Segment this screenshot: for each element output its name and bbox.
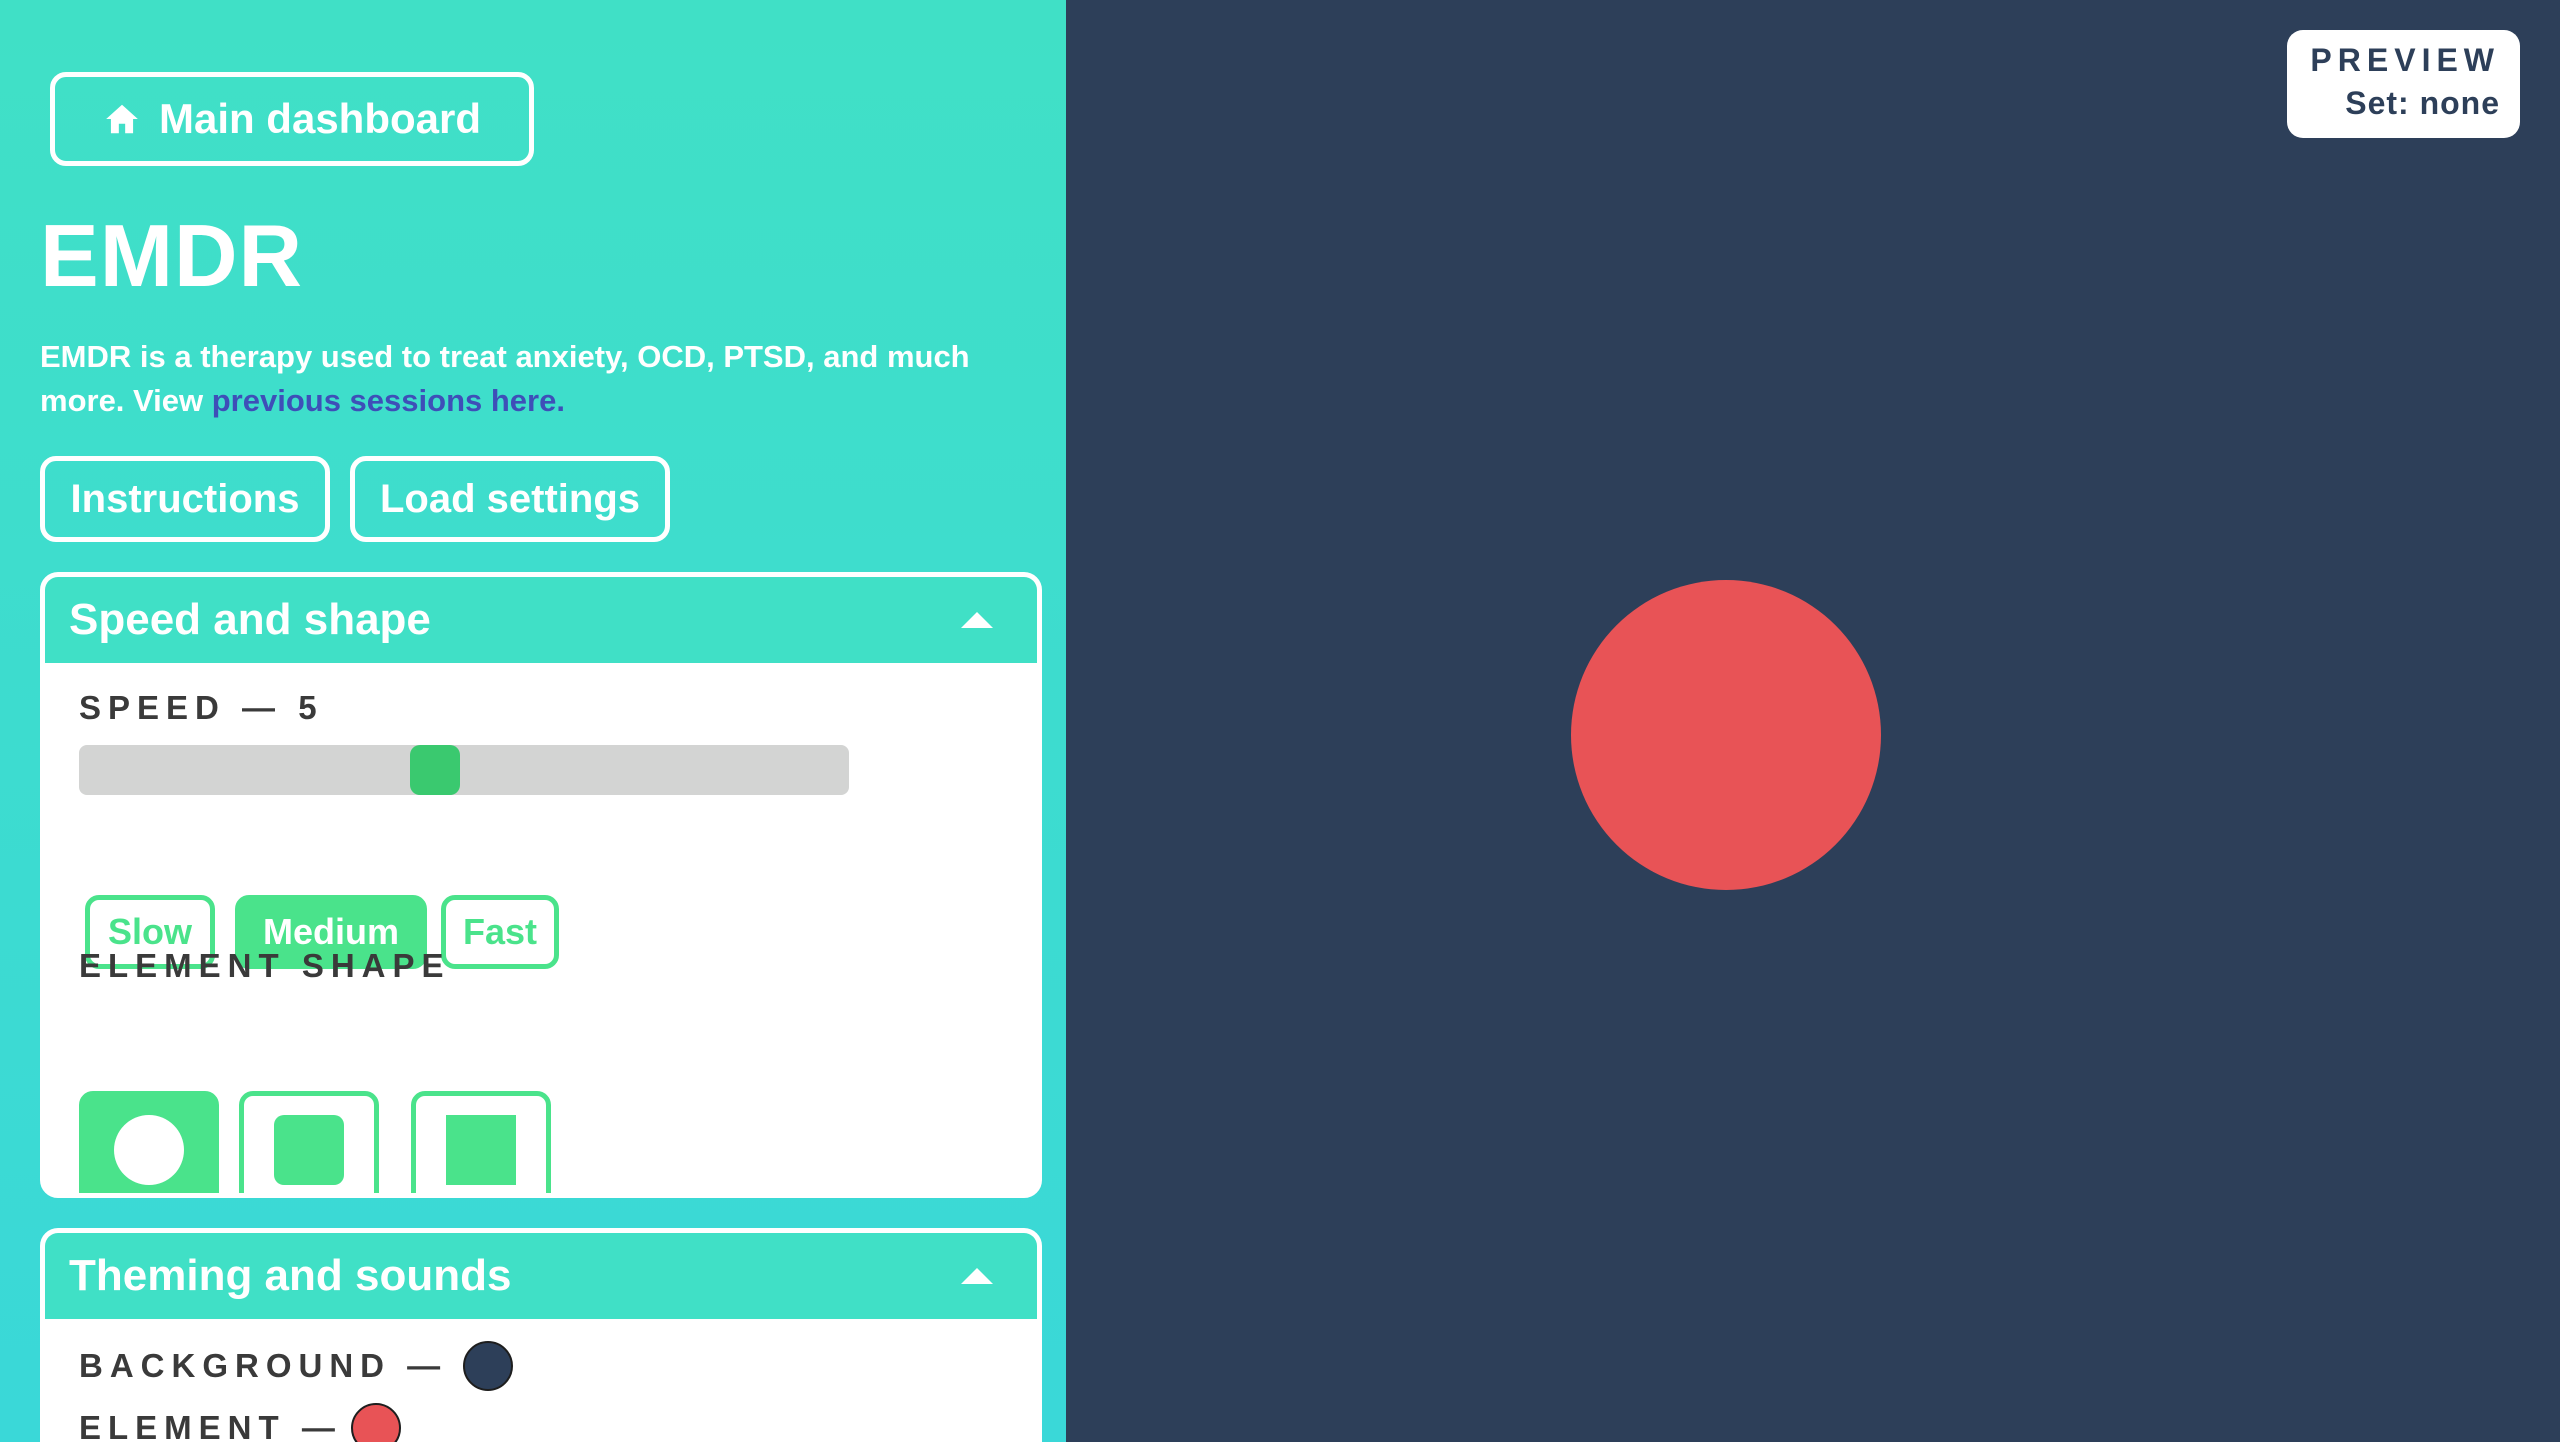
shape-square-button[interactable] [411, 1091, 551, 1193]
main-dashboard-label: Main dashboard [158, 95, 482, 142]
element-color-label: ELEMENT — [79, 1409, 342, 1442]
speed-and-shape-title: Speed and shape [69, 595, 431, 644]
chevron-up-icon [961, 612, 993, 628]
speed-slider[interactable] [79, 745, 849, 795]
page-title: EMDR [40, 206, 304, 305]
shape-rounded-square-button[interactable] [239, 1091, 379, 1193]
background-color-label: BACKGROUND — [79, 1347, 448, 1384]
main-dashboard-button[interactable]: Main dashboard [50, 72, 534, 166]
speed-and-shape-header[interactable]: Speed and shape [45, 577, 1037, 663]
page-description: EMDR is a therapy used to treat anxiety,… [40, 335, 1040, 423]
moving-element [1571, 580, 1881, 890]
theming-and-sounds-panel: Theming and sounds BACKGROUND — ELEMENT … [40, 1228, 1042, 1442]
speed-slider-thumb[interactable] [409, 745, 460, 795]
square-shape-icon [446, 1115, 516, 1185]
speed-label: SPEED — 5 [79, 689, 324, 726]
preview-title: PREVIEW [2310, 42, 2500, 78]
theming-and-sounds-title: Theming and sounds [69, 1251, 512, 1300]
settings-sidebar: Main dashboard EMDR EMDR is a therapy us… [0, 0, 1066, 1442]
background-color-swatch[interactable] [463, 1341, 513, 1391]
element-shape-label: ELEMENT SHAPE [79, 947, 451, 984]
home-icon [106, 104, 138, 134]
speed-and-shape-panel: Speed and shape SPEED — 5 Slow Medium Fa… [40, 572, 1042, 1198]
load-settings-button[interactable]: Load settings [350, 456, 670, 542]
instructions-button[interactable]: Instructions [40, 456, 330, 542]
chevron-up-icon [961, 1268, 993, 1284]
shape-circle-button[interactable] [79, 1091, 219, 1193]
preview-badge: PREVIEW Set: none [2287, 30, 2520, 138]
speed-fast-button[interactable]: Fast [441, 895, 559, 969]
element-color-swatch[interactable] [351, 1403, 401, 1442]
circle-shape-icon [114, 1115, 184, 1185]
preview-set-label: Set: none [2345, 85, 2500, 121]
previous-sessions-link[interactable]: previous sessions here. [212, 383, 565, 418]
theming-and-sounds-header[interactable]: Theming and sounds [45, 1233, 1037, 1319]
rounded-square-shape-icon [274, 1115, 344, 1185]
